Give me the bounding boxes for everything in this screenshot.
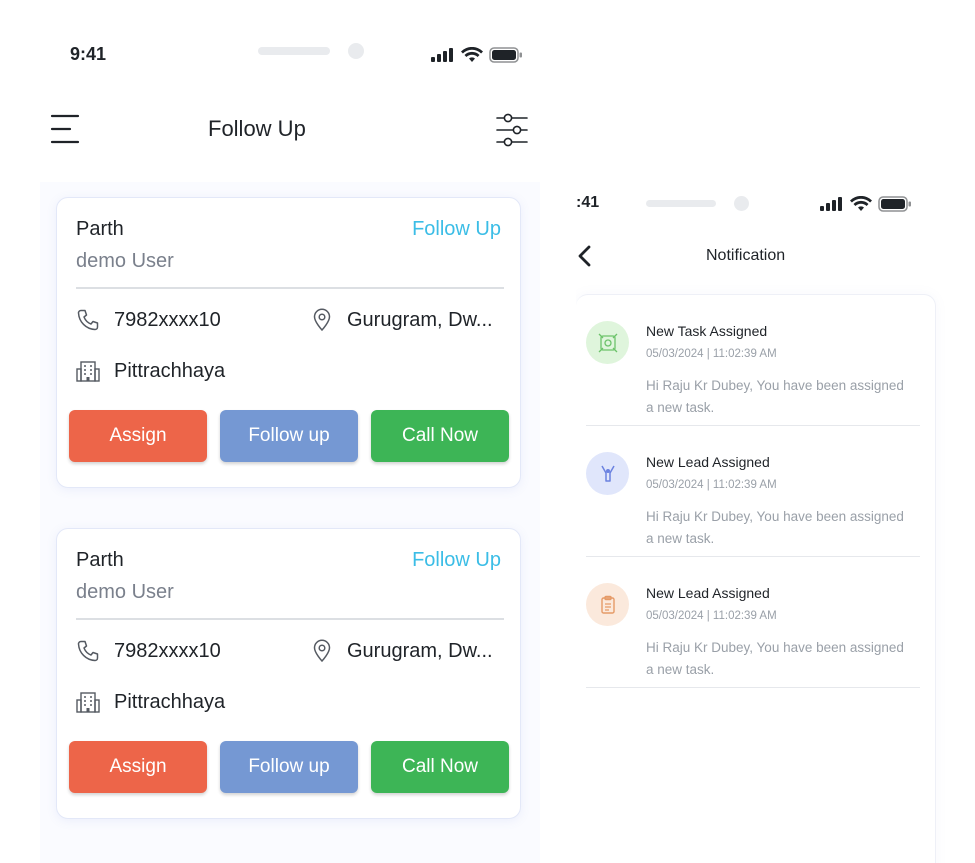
notification-title: New Task Assigned xyxy=(646,323,768,339)
lead-location: Gurugram, Dw... xyxy=(347,309,493,331)
page-title: Follow Up xyxy=(208,116,306,141)
notification-list: New Task Assigned 05/03/2024 | 11:02:39 … xyxy=(576,294,936,863)
notification-item[interactable]: New Lead Assigned 05/03/2024 | 11:02:39 … xyxy=(586,426,920,557)
status-icons xyxy=(431,45,523,65)
wifi-icon xyxy=(850,196,872,211)
status-time: 9:41 xyxy=(70,44,107,64)
battery-icon xyxy=(878,196,911,212)
lead-status: Follow Up xyxy=(412,549,501,571)
divider xyxy=(76,618,504,620)
notification-item[interactable]: New Lead Assigned 05/03/2024 | 11:02:39 … xyxy=(586,557,920,688)
follow-up-button[interactable]: Follow up xyxy=(220,410,358,462)
notification-message: Hi Raju Kr Dubey, You have been assigned… xyxy=(646,378,904,415)
call-now-button[interactable]: Call Now xyxy=(371,410,509,462)
notification-time: 05/03/2024 | 11:02:39 AM xyxy=(646,348,777,360)
lead-card[interactable]: Parth Follow Up demo User 7982xxxx10 Gur… xyxy=(56,528,521,819)
notification-message: Hi Raju Kr Dubey, You have been assigned… xyxy=(646,509,904,546)
page-title: Notification xyxy=(706,247,786,264)
dynamic-island-camera xyxy=(348,43,364,59)
dynamic-island-pill xyxy=(646,200,716,207)
sliders-icon[interactable] xyxy=(495,113,529,147)
lead-phone: 7982xxxx10 xyxy=(114,640,221,662)
notification-message: Hi Raju Kr Dubey, You have been assigned… xyxy=(646,640,904,677)
building-icon xyxy=(76,692,100,713)
divider xyxy=(76,287,504,289)
assign-button[interactable]: Assign xyxy=(69,410,207,462)
notification-screen: :41 Notification New Task Assigned 05/03… xyxy=(576,150,975,863)
lead-funnel-icon xyxy=(586,452,629,495)
follow-up-screen: 9:41 Follow Up Parth Follow Up demo User… xyxy=(0,0,576,863)
lead-role: demo User xyxy=(76,250,174,272)
assign-button[interactable]: Assign xyxy=(69,741,207,793)
status-time: :41 xyxy=(576,194,600,211)
follow-up-button[interactable]: Follow up xyxy=(220,741,358,793)
lead-name: Parth xyxy=(76,549,124,571)
phone-icon xyxy=(77,309,99,331)
task-icon xyxy=(586,321,629,364)
building-icon xyxy=(76,361,100,382)
notification-title: New Lead Assigned xyxy=(646,454,770,470)
lead-organization: Pittrachhaya xyxy=(114,691,226,713)
lead-organization: Pittrachhaya xyxy=(114,360,226,382)
location-pin-icon xyxy=(313,639,331,663)
notification-time: 05/03/2024 | 11:02:39 AM xyxy=(646,610,777,622)
hamburger-icon[interactable] xyxy=(50,113,80,145)
notification-item[interactable]: New Task Assigned 05/03/2024 | 11:02:39 … xyxy=(586,295,920,426)
chevron-left-icon[interactable] xyxy=(576,244,594,268)
signal-icon xyxy=(820,197,842,211)
call-now-button[interactable]: Call Now xyxy=(371,741,509,793)
lead-card[interactable]: Parth Follow Up demo User 7982xxxx10 Gur… xyxy=(56,197,521,488)
clipboard-icon xyxy=(586,583,629,626)
lead-location: Gurugram, Dw... xyxy=(347,640,493,662)
lead-phone: 7982xxxx10 xyxy=(114,309,221,331)
battery-icon xyxy=(489,47,522,63)
notification-time: 05/03/2024 | 11:02:39 AM xyxy=(646,479,777,491)
location-pin-icon xyxy=(313,308,331,332)
dynamic-island-camera xyxy=(734,196,749,211)
lead-name: Parth xyxy=(76,218,124,240)
wifi-icon xyxy=(461,47,483,62)
lead-status: Follow Up xyxy=(412,218,501,240)
dynamic-island-pill xyxy=(258,47,330,55)
phone-icon xyxy=(77,640,99,662)
lead-role: demo User xyxy=(76,581,174,603)
signal-icon xyxy=(431,48,453,62)
status-icons xyxy=(820,194,912,214)
notification-title: New Lead Assigned xyxy=(646,585,770,601)
